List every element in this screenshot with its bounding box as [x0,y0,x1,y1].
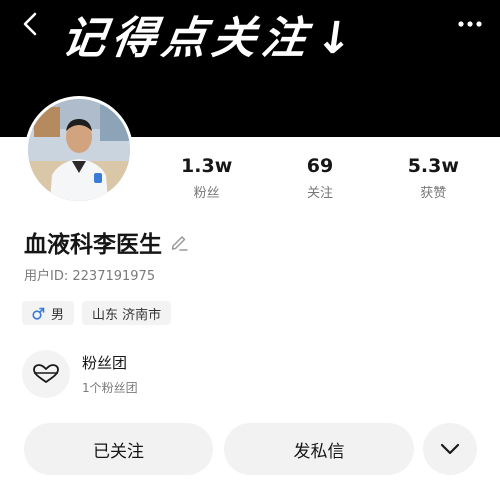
banner-slogan: 记得点关注↓ [58,8,449,70]
back-arrow-icon [23,12,37,36]
user-id: 用户ID: 2237191975 [24,265,155,284]
avatar-photo [28,99,130,201]
fan-group-subtitle: 1个粉丝团 [82,381,138,395]
male-icon [32,307,45,320]
gender-tag: 男 [22,301,75,325]
profile-name: 血液科李医生 [24,232,162,258]
banner-arrow: ↓ [312,13,363,64]
location-label: 山东 济南市 [92,307,162,323]
location-tag: 山东 济南市 [82,301,172,325]
gender-label: 男 [51,307,65,323]
message-button[interactable]: 发私信 [224,423,414,475]
banner-slogan-text: 记得点关注 [58,13,316,64]
stat-likes-value: 5.3w [407,155,459,177]
more-dots-icon [458,21,482,27]
user-id-value: 2237191975 [72,269,156,284]
fan-group-icon-circle [22,350,70,398]
edit-pencil-icon[interactable] [170,233,188,251]
profile-stats: 1.3w 粉丝 69 关注 5.3w 获赞 [150,155,490,205]
stat-fans-value: 1.3w [181,155,233,177]
fan-group-entry[interactable]: 粉丝团 1个粉丝团 [22,348,482,400]
stat-following-value: 69 [306,155,334,177]
user-id-label: 用户ID: [24,269,69,284]
fan-group-title: 粉丝团 [82,354,128,372]
stat-following-label: 关注 [306,186,333,201]
stat-following[interactable]: 69 关注 [270,155,370,205]
heart-mask-icon [33,364,59,383]
chevron-down-icon [440,443,460,455]
more-options-button[interactable] [423,423,477,475]
followed-button[interactable]: 已关注 [24,423,213,475]
fan-group-text: 粉丝团 1个粉丝团 [82,352,138,396]
stat-likes-label: 获赞 [420,186,447,201]
stat-likes[interactable]: 5.3w 获赞 [383,155,483,205]
stat-fans-label: 粉丝 [193,186,220,201]
avatar[interactable] [25,96,133,204]
name-row: 血液科李医生 [24,226,188,258]
back-button[interactable] [14,8,46,40]
profile-tags: 男 山东 济南市 [22,301,179,325]
stat-fans[interactable]: 1.3w 粉丝 [157,155,257,205]
more-button[interactable] [454,8,486,40]
